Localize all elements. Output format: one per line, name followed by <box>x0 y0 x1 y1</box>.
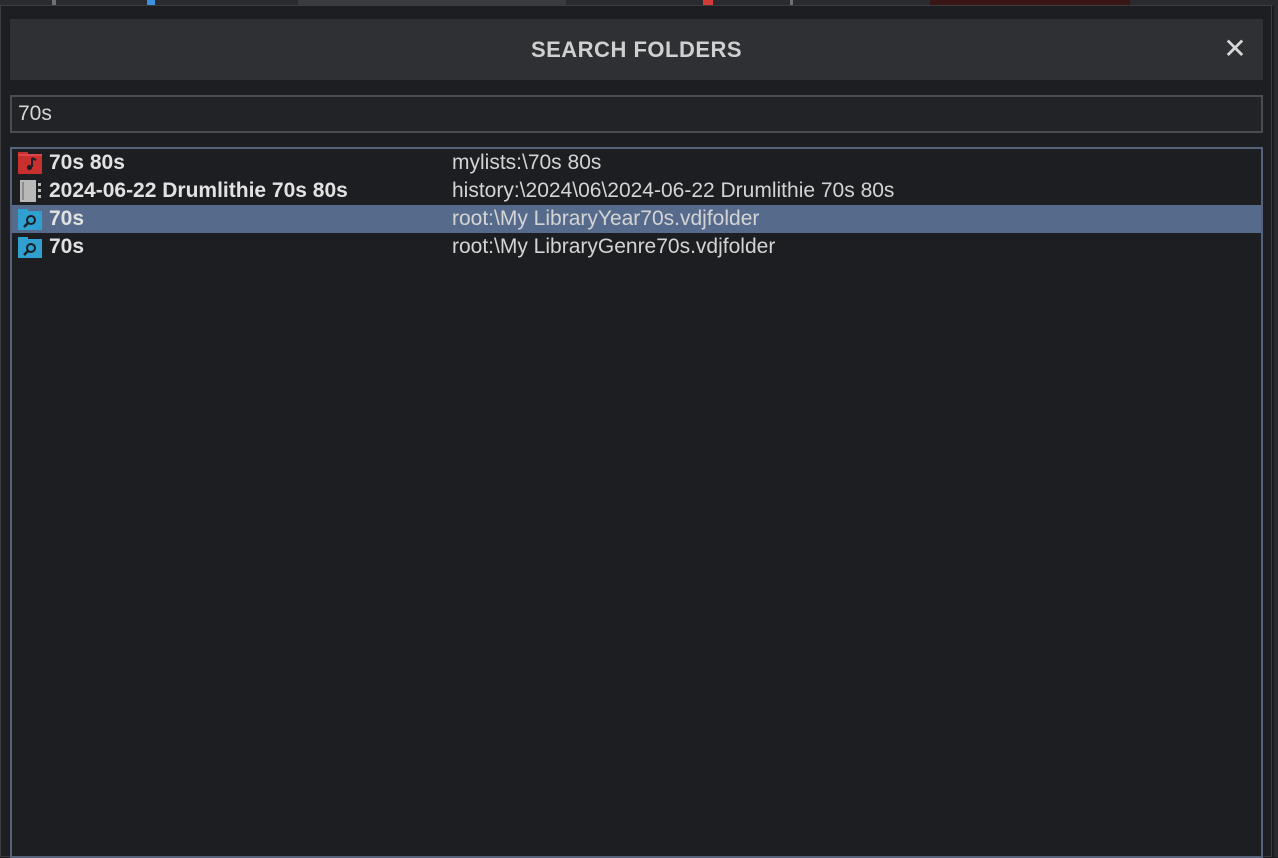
list-item[interactable]: 70s 80s mylists:\70s 80s <box>12 149 1261 177</box>
list-item-selected[interactable]: 70s root:\My LibraryYear70s.vdjfolder <box>12 205 1261 233</box>
result-path: history:\2024\06\2024-06-22 Drumlithie 7… <box>452 179 895 202</box>
result-path: root:\My LibraryGenre70s.vdjfolder <box>452 235 776 258</box>
result-name: 2024-06-22 Drumlithie 70s 80s <box>49 179 348 202</box>
background-app-edge <box>1274 0 1278 857</box>
close-icon: ✕ <box>1223 33 1247 64</box>
dialog-title: SEARCH FOLDERS <box>530 37 743 62</box>
filter-folder-icon <box>18 208 42 230</box>
filter-folder-icon <box>18 236 42 258</box>
result-name: 70s <box>49 207 85 230</box>
search-input[interactable] <box>10 95 1263 133</box>
results-list[interactable]: 70s 80s mylists:\70s 80s 2024-06-22 Drum… <box>10 147 1263 858</box>
result-path: mylists:\70s 80s <box>452 151 602 174</box>
list-item[interactable]: 2024-06-22 Drumlithie 70s 80s history:\2… <box>12 177 1261 205</box>
search-folders-dialog: SEARCH FOLDERS ✕ 70s 80s mylists:\70s 80… <box>0 5 1272 858</box>
list-item[interactable]: 70s root:\My LibraryGenre70s.vdjfolder <box>12 233 1261 261</box>
playlist-icon <box>18 152 42 174</box>
dialog-titlebar: SEARCH FOLDERS ✕ <box>10 19 1263 80</box>
history-icon <box>18 180 42 202</box>
result-name: 70s 80s <box>49 151 125 174</box>
result-name: 70s <box>49 235 85 258</box>
result-path: root:\My LibraryYear70s.vdjfolder <box>452 207 760 230</box>
close-button[interactable]: ✕ <box>1221 35 1249 63</box>
